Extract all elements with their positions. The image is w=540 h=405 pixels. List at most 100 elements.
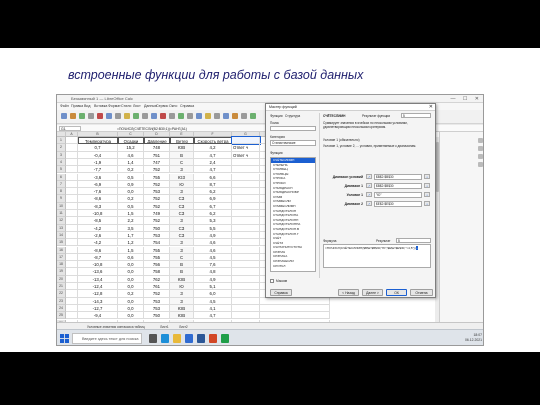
table-cell[interactable]: 6,6 xyxy=(194,173,232,181)
table-cell[interactable]: 0,2 xyxy=(118,166,144,174)
table-cell[interactable]: СЗ xyxy=(170,202,194,210)
sheet-tab[interactable]: Условные значения синтаксиса таблиц xyxy=(87,325,145,329)
argument-input[interactable]: $В$2:$В$30 xyxy=(374,174,422,180)
toolbar-icon[interactable] xyxy=(241,113,247,119)
toolbar-icon[interactable] xyxy=(178,113,184,119)
row-header[interactable]: 8 xyxy=(57,188,66,196)
table-cell[interactable] xyxy=(232,304,260,313)
table-cell[interactable]: 753 xyxy=(144,231,170,240)
table-cell[interactable]: 4,7 xyxy=(194,166,232,174)
toolbar-icon[interactable] xyxy=(97,113,103,119)
table-cell[interactable]: 755 xyxy=(144,253,170,262)
taskbar-search-input[interactable]: Введите здесь текст для поиска xyxy=(72,333,142,344)
table-cell[interactable]: Ответ ч xyxy=(232,144,260,152)
table-cell[interactable]: С xyxy=(170,158,194,167)
row-header[interactable]: 19 xyxy=(57,268,66,276)
table-cell[interactable]: ЮВ xyxy=(170,275,194,283)
table-cell[interactable] xyxy=(66,268,78,276)
gallery-icon[interactable] xyxy=(478,154,483,159)
table-cell[interactable]: -6,9 xyxy=(78,180,118,189)
table-cell[interactable] xyxy=(232,253,260,262)
table-cell[interactable] xyxy=(232,268,260,276)
menu-item[interactable]: Стили xyxy=(121,104,131,108)
table-cell[interactable]: -10,8 xyxy=(78,210,118,218)
window-controls[interactable]: — ☐ ✕ xyxy=(451,96,482,102)
table-cell[interactable]: -10,8 xyxy=(78,261,118,269)
table-cell[interactable]: 15,2 xyxy=(118,144,144,152)
table-cell[interactable]: СЗ xyxy=(170,210,194,218)
table-cell[interactable]: 754 xyxy=(144,239,170,247)
table-cell[interactable]: -13,4 xyxy=(78,275,118,283)
menu-item[interactable]: Окно xyxy=(169,104,177,108)
row-header[interactable]: 23 xyxy=(57,297,66,305)
table-cell[interactable] xyxy=(232,210,260,218)
row-header[interactable]: 6 xyxy=(57,173,66,181)
table-cell[interactable] xyxy=(66,137,78,145)
table-cell[interactable]: -4,2 xyxy=(78,239,118,247)
table-cell[interactable]: Ю xyxy=(170,283,194,291)
table-cell[interactable]: -1,9 xyxy=(78,158,118,167)
row-header[interactable]: 20 xyxy=(57,275,66,283)
column-title-cell[interactable]: Температура xyxy=(78,137,118,145)
table-cell[interactable] xyxy=(232,239,260,247)
table-cell[interactable]: -12,4 xyxy=(78,283,118,291)
menu-item[interactable]: Файл xyxy=(60,104,69,108)
fx-icon[interactable]: f xyxy=(366,174,372,179)
table-cell[interactable] xyxy=(260,297,330,305)
table-cell[interactable]: -14,3 xyxy=(78,297,118,305)
table-cell[interactable]: 8,7 xyxy=(194,180,232,189)
row-header[interactable]: 15 xyxy=(57,239,66,247)
table-cell[interactable]: -9,4 xyxy=(78,312,118,320)
table-cell[interactable] xyxy=(66,173,78,181)
table-cell[interactable]: 0,2 xyxy=(118,290,144,298)
close-icon[interactable]: ✕ xyxy=(429,104,433,111)
calc-icon[interactable] xyxy=(221,334,229,343)
table-cell[interactable]: 752 xyxy=(144,202,170,210)
table-cell[interactable]: 0,5 xyxy=(118,173,144,181)
table-cell[interactable]: 4,2 xyxy=(194,144,232,152)
table-cell[interactable]: -7,7 xyxy=(78,166,118,174)
shrink-icon[interactable]: ▪ xyxy=(424,201,430,206)
table-cell[interactable]: 0,0 xyxy=(118,275,144,283)
sheet-tab[interactable]: Лист2 xyxy=(179,325,188,329)
table-cell[interactable]: 1,5 xyxy=(118,210,144,218)
table-cell[interactable] xyxy=(232,188,260,196)
table-cell[interactable]: З xyxy=(170,239,194,247)
menu-item[interactable]: Формат xyxy=(108,104,121,108)
table-cell[interactable] xyxy=(66,158,78,167)
argument-input[interactable]: $E$2:$E$30 xyxy=(374,201,422,207)
table-cell[interactable]: 7,6 xyxy=(194,261,232,269)
array-checkbox[interactable] xyxy=(270,279,274,283)
table-cell[interactable]: 752 xyxy=(144,166,170,174)
help-button[interactable]: Справка xyxy=(270,289,292,296)
table-cell[interactable]: 4,1 xyxy=(194,304,232,313)
table-cell[interactable]: 752 xyxy=(144,290,170,298)
table-cell[interactable]: 758 xyxy=(144,268,170,276)
toolbar-icon[interactable] xyxy=(169,113,175,119)
menu-item[interactable]: Сервис xyxy=(156,104,168,108)
table-cell[interactable]: ЮВ xyxy=(170,304,194,313)
table-cell[interactable]: 0,7 xyxy=(78,144,118,152)
table-cell[interactable]: 753 xyxy=(144,297,170,305)
table-cell[interactable]: З xyxy=(170,246,194,254)
table-cell[interactable]: -7,6 xyxy=(78,188,118,196)
shrink-icon[interactable]: ▪ xyxy=(424,174,430,179)
table-cell[interactable]: 0,0 xyxy=(118,283,144,291)
table-cell[interactable] xyxy=(66,166,78,174)
table-cell[interactable]: 756 xyxy=(144,261,170,269)
menu-item[interactable]: Вид xyxy=(84,104,91,108)
table-cell[interactable] xyxy=(66,275,78,283)
store-icon[interactable] xyxy=(185,334,193,343)
table-cell[interactable]: -2,6 xyxy=(78,231,118,240)
row-header[interactable]: 17 xyxy=(57,253,66,262)
table-cell[interactable]: 750 xyxy=(144,224,170,232)
row-header[interactable]: 1 xyxy=(57,137,66,145)
table-cell[interactable] xyxy=(66,290,78,298)
table-cell[interactable]: 747 xyxy=(144,158,170,167)
table-cell[interactable]: ЮЗ xyxy=(170,173,194,181)
table-cell[interactable] xyxy=(66,239,78,247)
table-cell[interactable]: СЗ xyxy=(170,231,194,240)
styles-icon[interactable] xyxy=(478,146,483,151)
name-box[interactable]: G1 xyxy=(59,126,81,131)
table-cell[interactable] xyxy=(66,144,78,152)
